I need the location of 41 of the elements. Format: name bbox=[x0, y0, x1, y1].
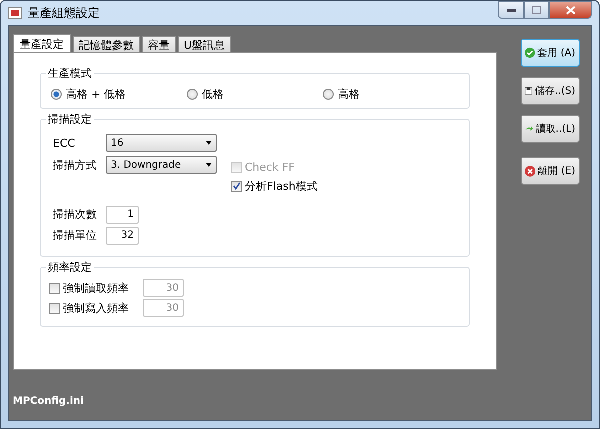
radio-button[interactable]: 高格 bbox=[323, 87, 383, 102]
caret-icon bbox=[206, 141, 212, 145]
minimize-button[interactable] bbox=[498, 1, 524, 19]
tab[interactable]: 容量 bbox=[142, 36, 176, 52]
action-button[interactable]: 儲存..(S) bbox=[520, 77, 580, 105]
group-title: 頻率設定 bbox=[46, 260, 94, 275]
action-button[interactable]: 離開 (E) bbox=[520, 157, 580, 185]
tab[interactable]: 量產設定 bbox=[13, 34, 71, 52]
checkbox[interactable]: 強制寫入頻率 bbox=[49, 300, 143, 316]
group-title: 掃描設定 bbox=[46, 112, 94, 127]
check-icon bbox=[524, 47, 535, 59]
field-label: ECC bbox=[53, 136, 76, 150]
close-button[interactable] bbox=[549, 1, 592, 19]
tab[interactable]: U盤訊息 bbox=[178, 36, 232, 52]
close-icon bbox=[524, 164, 536, 178]
number-field[interactable]: 1 bbox=[106, 206, 139, 224]
status-text: MPConfig.ini bbox=[12, 394, 85, 408]
minimize-icon bbox=[506, 8, 516, 12]
field-label: 掃描方式 bbox=[53, 158, 98, 172]
radio-button[interactable]: 低格 bbox=[187, 87, 323, 102]
app-icon bbox=[8, 7, 22, 19]
radio-button[interactable]: 高格 + 低格 bbox=[51, 87, 187, 102]
check-mark-icon bbox=[232, 182, 240, 190]
caret-icon bbox=[206, 163, 212, 167]
floppy-icon bbox=[524, 85, 532, 97]
tab[interactable]: 記憶體參數 bbox=[73, 36, 140, 52]
field-label: 掃描次數 bbox=[53, 207, 98, 222]
maximize-button[interactable] bbox=[524, 1, 549, 19]
checkbox[interactable]: 分析Flash模式 bbox=[231, 178, 318, 194]
dropdown[interactable]: 16 bbox=[106, 134, 217, 152]
close-icon bbox=[566, 6, 576, 14]
window-title: 量產組態設定 bbox=[28, 4, 100, 22]
maximize-icon bbox=[532, 6, 541, 14]
field-label: 掃描單位 bbox=[53, 228, 98, 243]
dropdown[interactable]: 3. Downgrade bbox=[106, 156, 217, 174]
arrow-icon bbox=[524, 124, 533, 134]
action-button[interactable]: 讀取..(L) bbox=[520, 115, 580, 143]
number-field[interactable]: 32 bbox=[106, 226, 139, 244]
checkbox[interactable]: 強制讀取頻率 bbox=[49, 280, 143, 296]
group-title: 生產模式 bbox=[46, 66, 94, 81]
action-button[interactable]: 套用 (A) bbox=[520, 39, 580, 67]
